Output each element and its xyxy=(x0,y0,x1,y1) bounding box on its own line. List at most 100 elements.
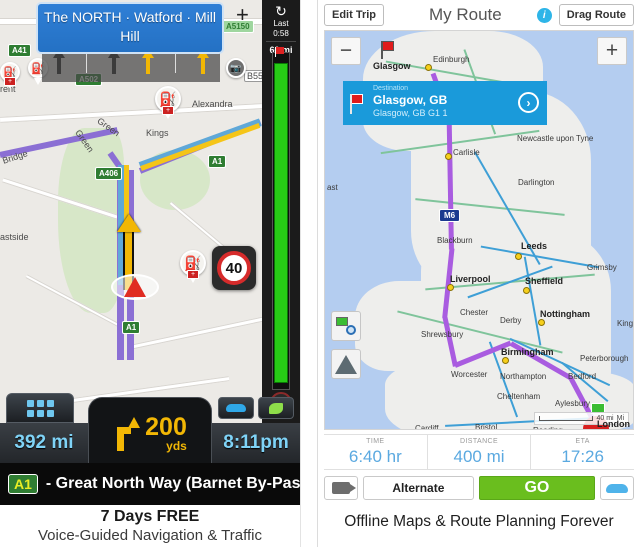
left-screen-navigation: Bridge astside rent Green Green Kings Al… xyxy=(0,0,300,547)
destination-flag-marker xyxy=(381,41,397,59)
go-button[interactable]: GO xyxy=(478,476,595,500)
eta-value[interactable]: 8:11pm xyxy=(212,423,300,463)
city-label: Cheltenham xyxy=(497,392,541,401)
city-label: Reading xyxy=(533,426,563,429)
city-label: Peterborough xyxy=(580,354,629,363)
lane-divider xyxy=(86,51,87,73)
city-dot xyxy=(445,153,452,160)
route-guidance-arrow-head xyxy=(117,214,141,232)
vehicle-button[interactable] xyxy=(600,476,634,500)
city-dot xyxy=(515,253,522,260)
route-map[interactable]: M6 − + Destination Glasgow, GB Glasgow, … xyxy=(324,30,634,430)
turn-distance-unit: yds xyxy=(166,439,187,453)
street-shield-badge: A1 xyxy=(8,474,38,494)
city-dot xyxy=(502,357,509,364)
camera-button[interactable] xyxy=(324,476,358,500)
grid-menu-icon xyxy=(26,399,54,417)
lane-divider xyxy=(175,51,176,73)
city-label: Cardiff xyxy=(415,424,439,430)
edit-trip-button[interactable]: Edit Trip xyxy=(324,4,384,26)
city-label: Glasgow xyxy=(373,61,411,71)
eco-button[interactable] xyxy=(258,397,294,419)
city-label: Edinburgh xyxy=(433,55,470,64)
left-phone-frame: Bridge astside rent Green Green Kings Al… xyxy=(0,0,300,505)
callout-label: Destination xyxy=(373,85,409,92)
speed-camera-icon: 📷 xyxy=(226,58,246,78)
divider xyxy=(266,41,296,42)
road-shield-a1-lower: A1 xyxy=(122,321,141,334)
road-shield-a406: A406 xyxy=(95,167,123,180)
map-label: Kings xyxy=(146,128,169,138)
right-screen-route-planner: Edit Trip My Route i Drag Route M6 − + D… xyxy=(318,0,640,547)
city-label: Northampton xyxy=(500,372,547,381)
callout-title: Glasgow, GB xyxy=(373,93,448,107)
camera-icon xyxy=(332,482,356,494)
map-zoom-in-button[interactable]: + xyxy=(236,4,249,26)
poi-pin-camera[interactable]: 📷 xyxy=(226,58,246,84)
menu-button[interactable] xyxy=(6,393,74,423)
next-turn-panel[interactable]: 200 yds xyxy=(88,397,212,463)
dashboard-mini-buttons xyxy=(218,397,294,419)
traffic-warning-icon xyxy=(335,354,357,374)
drag-route-button[interactable]: Drag Route xyxy=(558,4,634,26)
poi-pin[interactable]: ⛽ + xyxy=(155,86,181,119)
city-label: Birmingham xyxy=(501,347,554,357)
traffic-sidebar[interactable]: ↻ Last 0:58 60 mi 0:04 Delay xyxy=(262,0,300,465)
turn-distance: 200 yds xyxy=(145,413,187,453)
stat-distance: DISTANCE 400 mi xyxy=(426,435,531,469)
city-label: Liverpool xyxy=(450,274,491,284)
city-dot xyxy=(538,319,545,326)
map-zoom-in-button[interactable]: + xyxy=(597,37,627,65)
city-label: ast xyxy=(327,183,338,192)
screen-divider xyxy=(300,0,318,547)
left-caption: 7 Days FREE Voice-Guided Navigation & Tr… xyxy=(0,505,300,547)
scale-bar xyxy=(539,416,594,421)
city-label: Chester xyxy=(460,308,489,317)
city-label: Bedford xyxy=(568,372,597,381)
car-icon xyxy=(226,404,246,412)
remaining-distance[interactable]: 392 mi xyxy=(0,423,88,463)
map-zoom-out-button[interactable]: − xyxy=(331,37,361,65)
refresh-icon[interactable]: ↻ xyxy=(262,0,300,18)
route-header: Edit Trip My Route i Drag Route xyxy=(318,0,640,30)
traffic-flow-green xyxy=(274,63,288,383)
stat-key: TIME xyxy=(366,438,385,445)
map-label: astside xyxy=(0,232,29,242)
city-label: Newcastle upon Tyne xyxy=(517,134,594,143)
poi-badge: + xyxy=(4,77,16,86)
stat-time: TIME 6:40 hr xyxy=(324,435,427,469)
alternate-button[interactable]: Alternate xyxy=(363,476,474,500)
info-icon[interactable]: i xyxy=(536,7,552,23)
poi-badge: + xyxy=(187,270,199,279)
route-stats: TIME 6:40 hr DISTANCE 400 mi ETA 17:26 xyxy=(324,434,634,470)
map-road xyxy=(131,315,262,350)
speed-limit-sign: 40 xyxy=(212,246,256,290)
vehicle-position-marker xyxy=(111,272,159,302)
callout-subtitle: Glasgow, GB G1 1 xyxy=(373,108,448,118)
poi-pin[interactable]: ⛽ + xyxy=(0,62,20,89)
traffic-track xyxy=(272,47,290,390)
right-caption: Offline Maps & Route Planning Forever xyxy=(344,513,614,530)
city-label: Blackburn xyxy=(437,236,473,245)
city-label: Aylesbury xyxy=(555,399,590,408)
road-shield-a1: A1 xyxy=(208,155,227,168)
map-label: Alexandra xyxy=(192,99,233,109)
map-search-button[interactable] xyxy=(331,311,361,341)
flag-icon xyxy=(350,94,367,114)
city-label: Carlisle xyxy=(453,148,480,157)
traffic-last-label: Last xyxy=(273,19,289,28)
poi-badge: + xyxy=(162,106,174,115)
turn-distance-value: 200 xyxy=(145,413,187,441)
traffic-warning-button[interactable] xyxy=(331,349,361,379)
city-label: Shrewsbury xyxy=(421,330,464,339)
car-icon xyxy=(606,483,628,493)
destination-callout[interactable]: Destination Glasgow, GB Glasgow, GB G1 1… xyxy=(343,81,547,125)
chevron-right-icon[interactable]: › xyxy=(518,92,539,113)
car-mode-button[interactable] xyxy=(218,397,254,419)
map-label: B55 xyxy=(244,70,262,82)
caption-secondary: Voice-Guided Navigation & Traffic xyxy=(37,527,262,544)
poi-pin[interactable]: ⛽ + xyxy=(180,250,206,283)
current-street-name: - Great North Way (Barnet By-Pass) xyxy=(45,475,300,492)
current-street-banner: A1 - Great North Way (Barnet By-Pass) xyxy=(0,463,300,505)
city-dot xyxy=(447,284,454,291)
